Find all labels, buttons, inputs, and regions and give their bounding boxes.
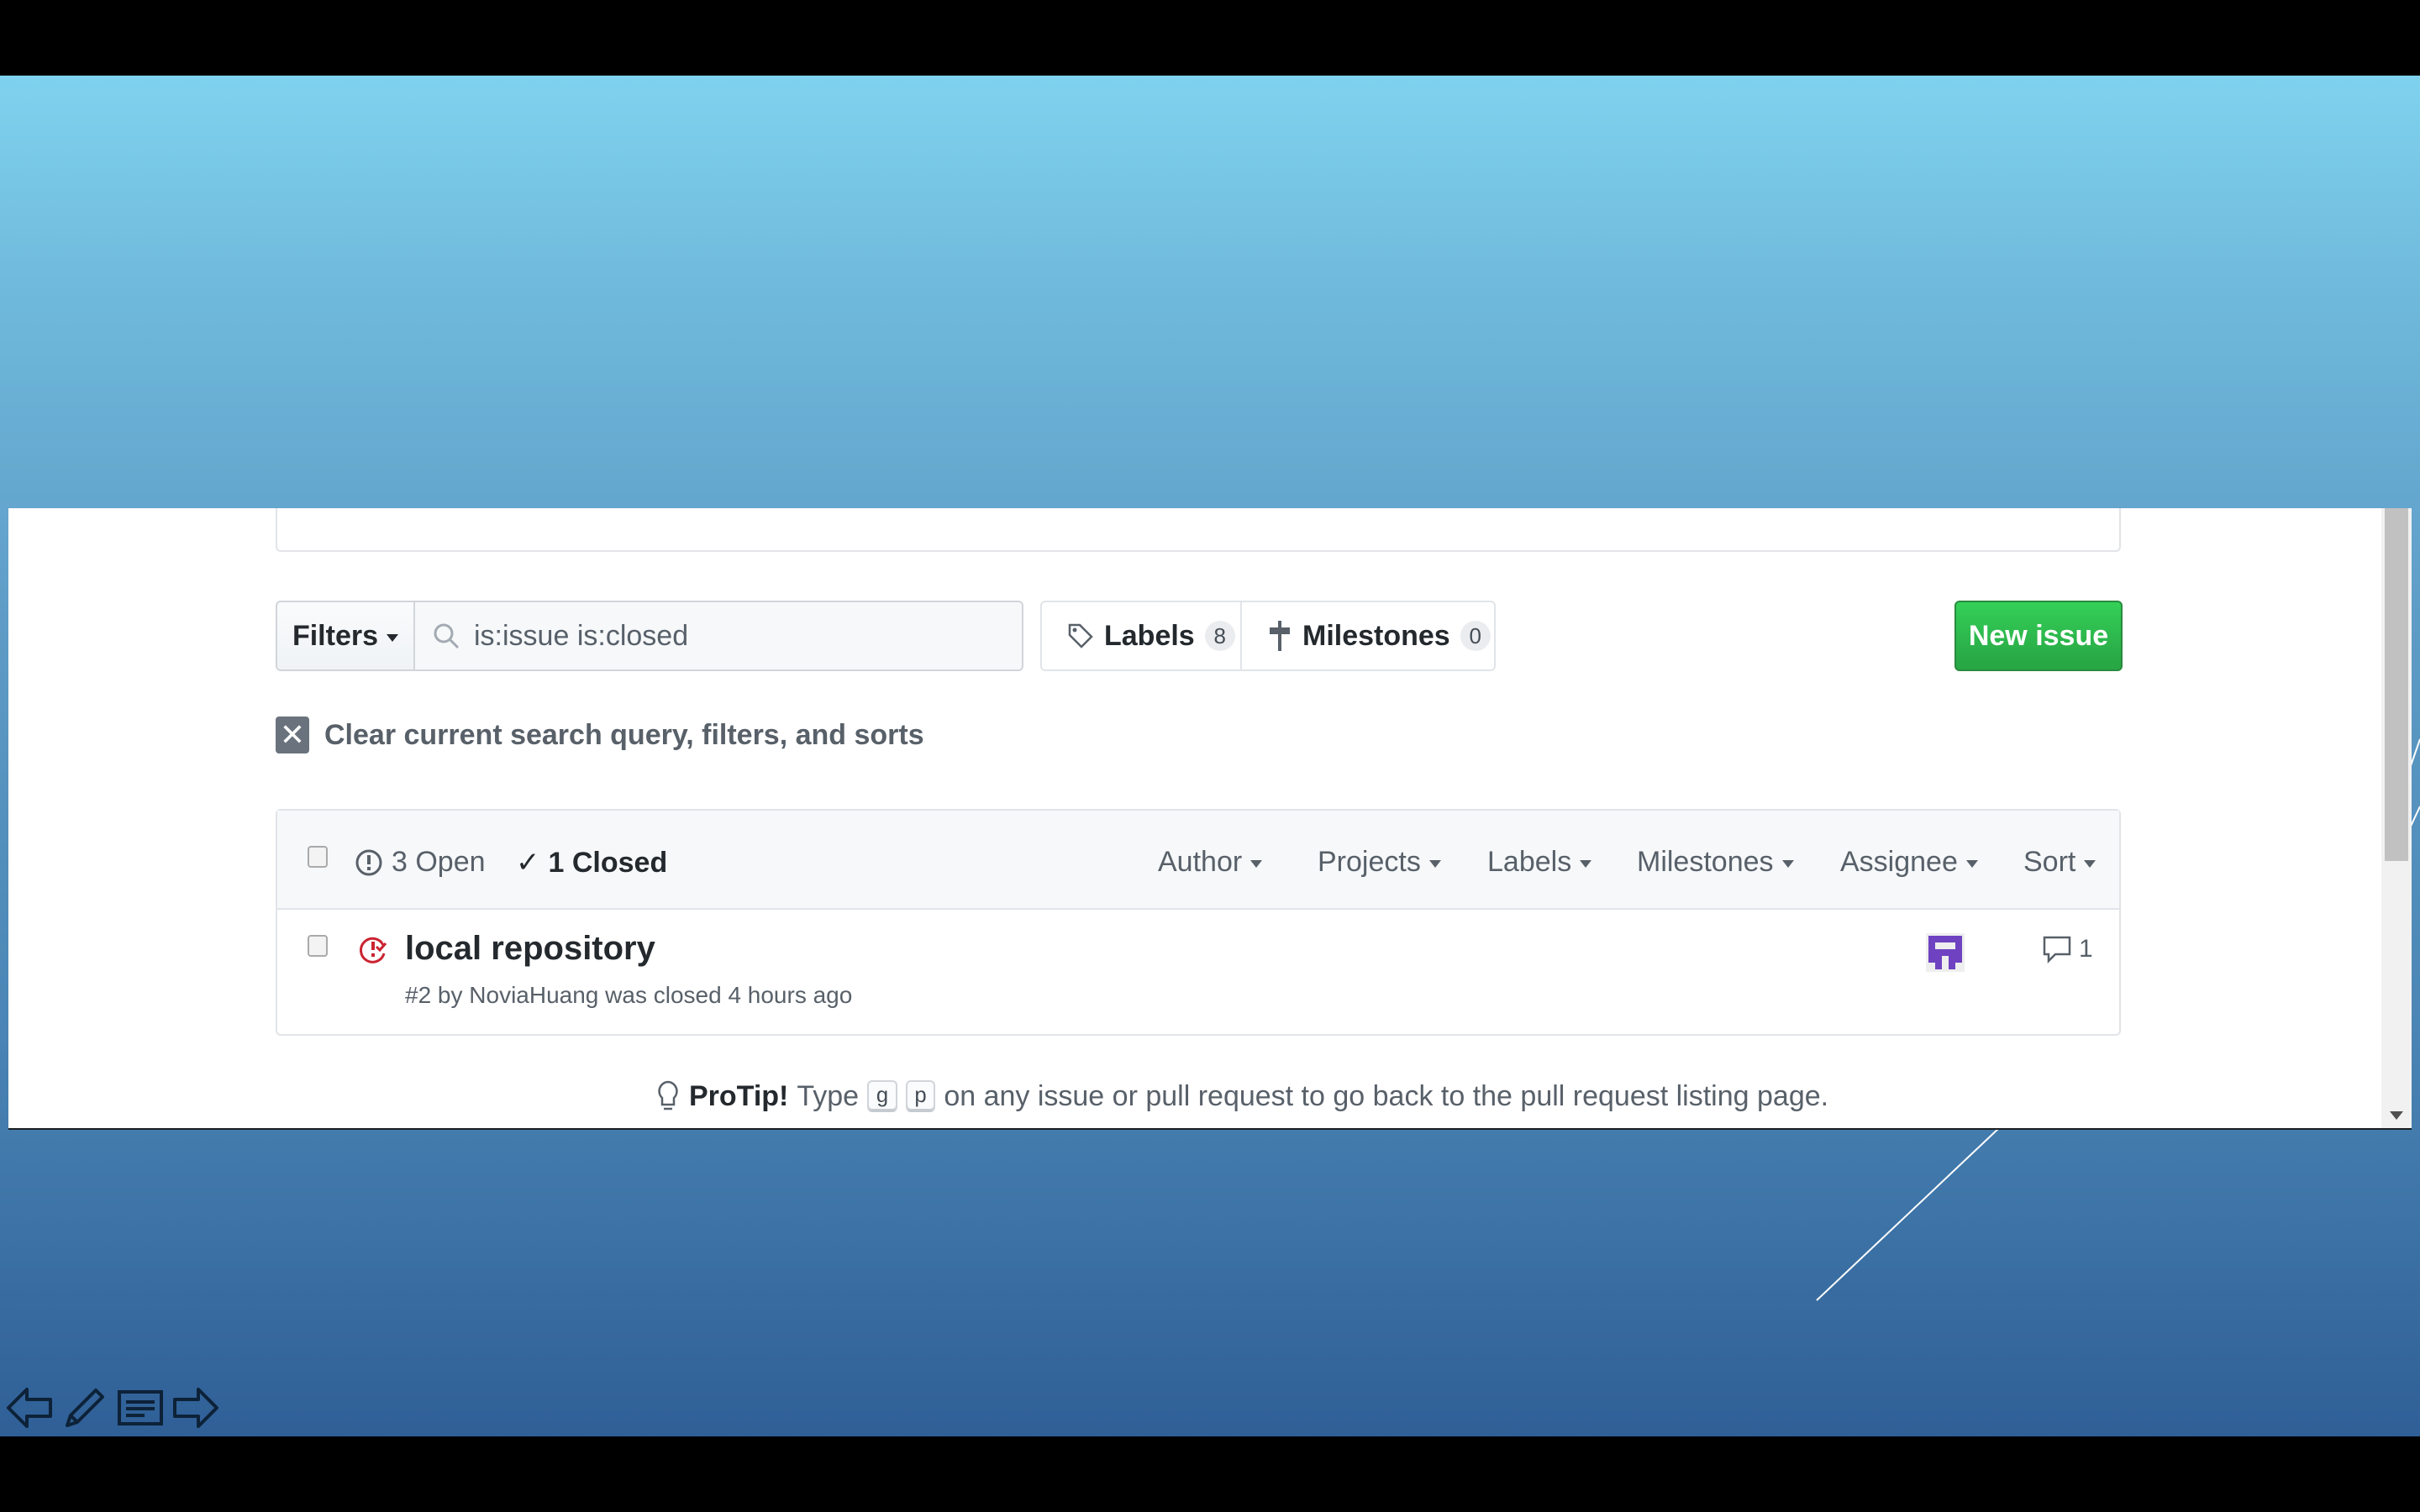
clear-filters-link[interactable]: ✕ Clear current search query, filters, a…	[276, 717, 924, 753]
author-menu-label: Author	[1158, 846, 1243, 878]
comment-icon	[2043, 936, 2071, 963]
chevron-down-icon	[1580, 860, 1592, 868]
protip-strong: ProTip!	[689, 1079, 789, 1112]
clear-filters-label: Clear current search query, filters, and…	[324, 718, 924, 751]
chevron-down-icon	[1781, 860, 1794, 868]
assignee-menu-label: Assignee	[1840, 846, 1958, 878]
protip-suffix: on any issue or pull request to go back …	[944, 1079, 1829, 1112]
top-container-edge	[276, 508, 2121, 552]
avatar-identicon	[1928, 936, 1962, 969]
labels-menu-label: Labels	[1487, 846, 1572, 878]
closed-issues-link[interactable]: ✓ 1 Closed	[516, 846, 667, 879]
chevron-down-icon	[1250, 860, 1263, 868]
labels-button[interactable]: Labels 8	[1040, 601, 1242, 671]
letterbox-bottom	[0, 1436, 2420, 1512]
chevron-down-icon	[1965, 860, 1978, 868]
lightbulb-icon	[658, 1080, 678, 1110]
issue-opened-icon	[355, 849, 382, 875]
chevron-down-icon	[387, 633, 399, 642]
labels-menu[interactable]: Labels	[1487, 846, 1592, 879]
labels-count: 8	[1204, 621, 1235, 651]
comments-count: 1	[2079, 935, 2093, 963]
milestones-button[interactable]: Milestones 0	[1240, 601, 1496, 671]
scrollbar-thumb[interactable]	[2385, 508, 2408, 861]
tag-icon	[1068, 623, 1093, 648]
filters-label: Filters	[292, 619, 379, 652]
slideshow-controls	[3, 1382, 222, 1434]
closed-issues-label: 1 Closed	[548, 846, 668, 879]
assignee-menu[interactable]: Assignee	[1840, 846, 1978, 879]
projects-menu-label: Projects	[1318, 846, 1421, 878]
issue-closed-icon	[360, 937, 387, 963]
open-issues-link[interactable]: 3 Open	[355, 846, 486, 879]
issues-list: 3 Open ✓ 1 Closed Author Projects Labels…	[276, 809, 2121, 1036]
slide-background: Filters Labels 8 Milestones 0	[0, 76, 2420, 1436]
vertical-scrollbar[interactable]	[2381, 508, 2412, 1128]
protip-prefix: Type	[797, 1079, 860, 1112]
open-issues-label: 3 Open	[392, 846, 486, 878]
milestones-menu[interactable]: Milestones	[1637, 846, 1794, 879]
milestone-icon	[1270, 621, 1290, 651]
search-box[interactable]	[415, 601, 1023, 671]
issue-title-link[interactable]: local repository	[405, 930, 655, 968]
pen-tool-button[interactable]	[59, 1382, 111, 1434]
search-icon	[434, 623, 460, 649]
check-icon: ✓	[516, 847, 540, 879]
filters-button[interactable]: Filters	[276, 601, 415, 671]
previous-slide-button[interactable]	[3, 1382, 55, 1434]
milestones-menu-label: Milestones	[1637, 846, 1774, 878]
sort-menu-label: Sort	[2023, 846, 2076, 878]
assignee-avatar[interactable]	[1926, 933, 1965, 972]
issue-meta: #2 by NoviaHuang was closed 4 hours ago	[405, 982, 853, 1008]
kbd-key-p: p	[905, 1080, 936, 1112]
arrow-right-icon	[173, 1388, 218, 1428]
projects-menu[interactable]: Projects	[1318, 846, 1441, 879]
sort-menu[interactable]: Sort	[2023, 846, 2096, 879]
close-icon: ✕	[276, 717, 309, 753]
comments-link[interactable]: 1	[2042, 935, 2093, 963]
labels-label: Labels	[1104, 619, 1195, 652]
protip: ProTip! Type g p on any issue or pull re…	[655, 1079, 1828, 1113]
chevron-down-icon	[1428, 860, 1441, 868]
menu-icon	[118, 1390, 163, 1425]
issues-list-header: 3 Open ✓ 1 Closed Author Projects Labels…	[277, 811, 2119, 910]
slide-menu-button[interactable]	[114, 1382, 166, 1434]
letterbox-top	[0, 0, 2420, 76]
search-input[interactable]	[474, 619, 978, 653]
kbd-key-g: g	[867, 1080, 897, 1112]
pencil-icon	[66, 1389, 104, 1427]
github-screenshot: Filters Labels 8 Milestones 0	[8, 508, 2412, 1130]
author-menu[interactable]: Author	[1158, 846, 1263, 879]
select-all-checkbox[interactable]	[308, 846, 328, 868]
milestones-label: Milestones	[1302, 619, 1450, 652]
chevron-down-icon	[2084, 860, 2096, 868]
decorative-line	[1816, 1126, 2001, 1301]
issue-checkbox[interactable]	[308, 935, 328, 957]
next-slide-button[interactable]	[170, 1382, 222, 1434]
issue-row: local repository #2 by NoviaHuang was cl…	[277, 910, 2119, 1034]
arrow-left-icon	[7, 1388, 52, 1428]
new-issue-button[interactable]: New issue	[1954, 601, 2123, 671]
scroll-down-arrow-icon[interactable]	[2390, 1111, 2403, 1120]
milestones-count: 0	[1460, 621, 1491, 651]
